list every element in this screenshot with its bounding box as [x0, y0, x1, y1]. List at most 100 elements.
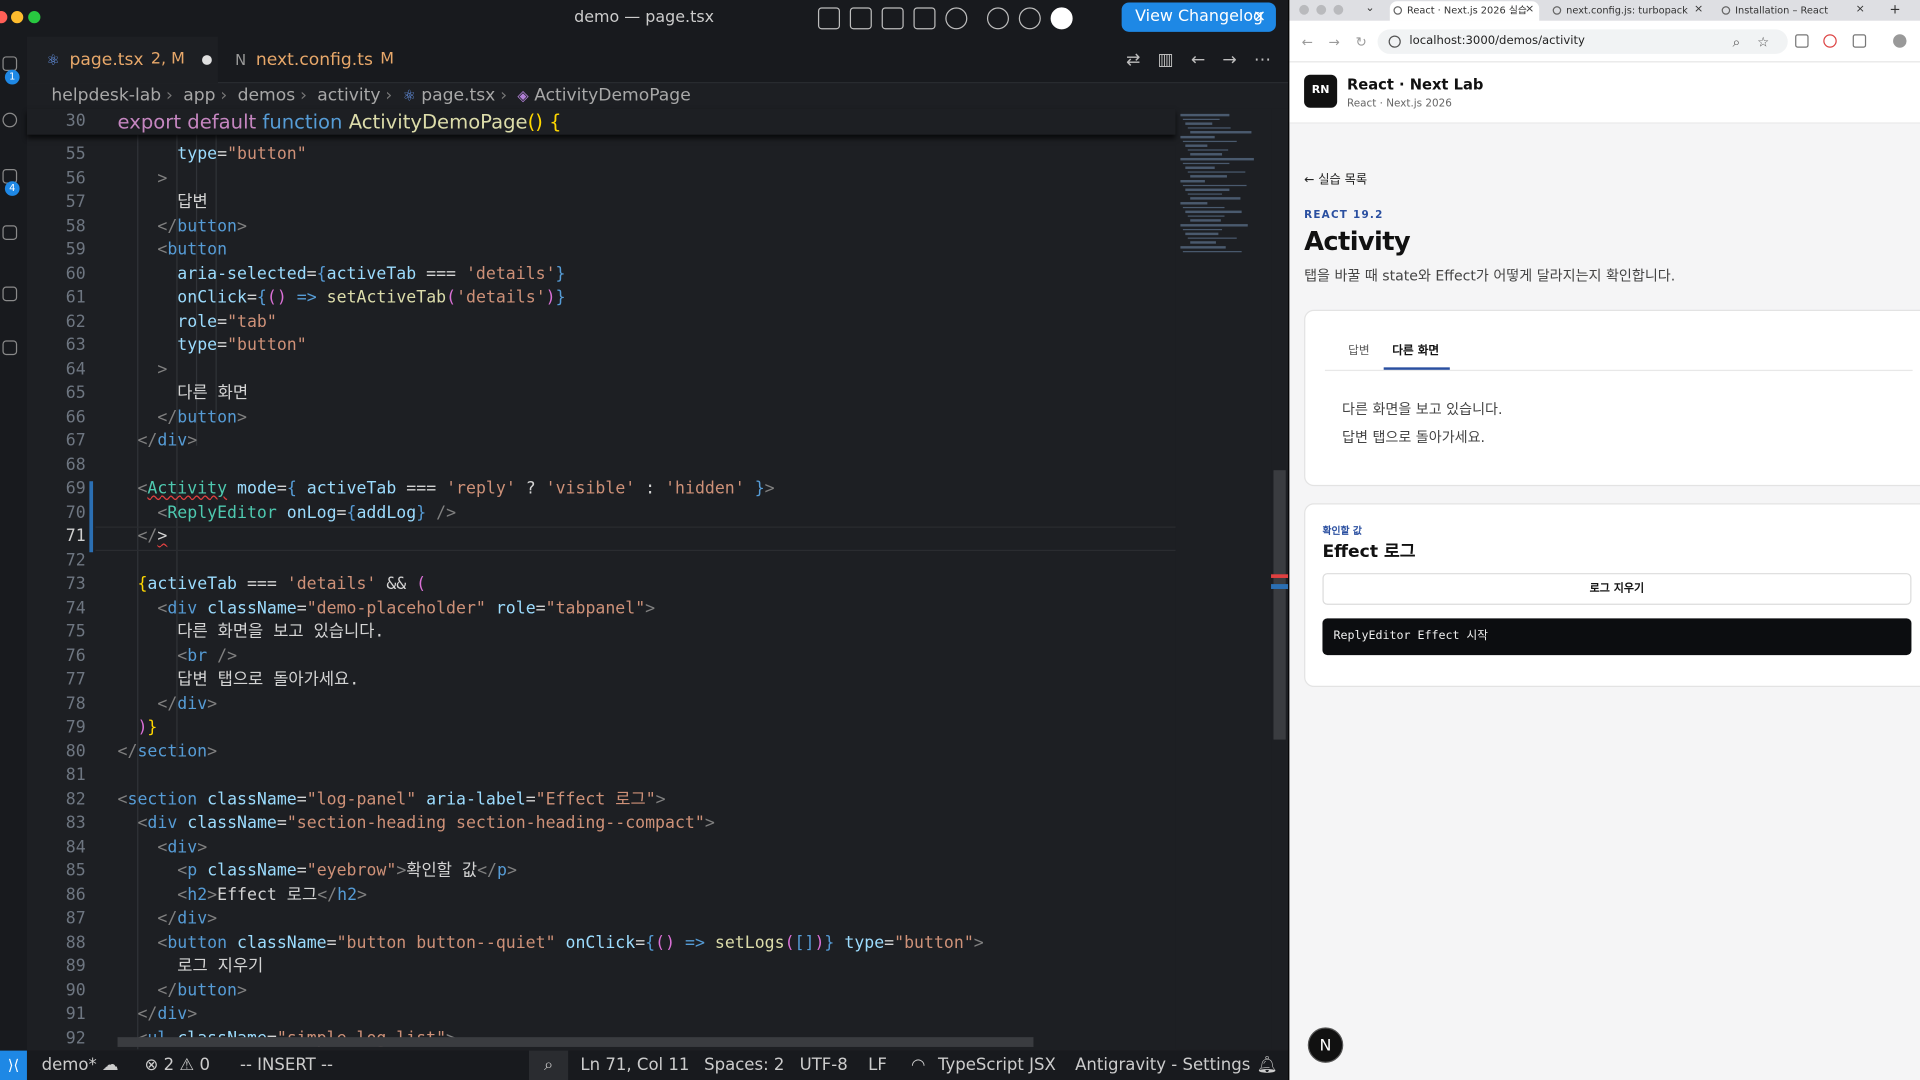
breadcrumb-item[interactable]: page.tsx	[421, 86, 495, 106]
more-actions-icon[interactable]: ⋯	[1254, 50, 1271, 70]
tab-next-config[interactable]: N next.config.ts M	[235, 37, 419, 84]
code-line[interactable]: type="button"	[118, 143, 306, 167]
explorer-icon[interactable]	[2, 56, 18, 72]
bell-icon[interactable]: 🔔︎	[1256, 1051, 1277, 1080]
code-line[interactable]: </>	[118, 525, 167, 549]
code-line[interactable]: </div>	[118, 692, 217, 716]
breadcrumb-item[interactable]: ActivityDemoPage	[534, 86, 691, 106]
cursor-position[interactable]: Ln 71, Col 11	[580, 1051, 689, 1080]
end-of-line[interactable]: LF	[868, 1051, 887, 1080]
code-line[interactable]: 답변	[118, 191, 207, 215]
remote-explorer-icon[interactable]	[2, 286, 18, 302]
account-icon[interactable]	[1050, 7, 1073, 30]
code-line[interactable]: <ReplyEditor onLog={addLog} />	[118, 501, 456, 525]
breadcrumb-item[interactable]: activity	[317, 86, 380, 106]
code-line[interactable]: <section className="log-panel" aria-labe…	[118, 788, 666, 812]
unsaved-dot-icon[interactable]	[202, 55, 212, 65]
url-field[interactable]: localhost:3000/demos/activity	[1377, 29, 1788, 54]
logo[interactable]: RN	[1304, 74, 1338, 108]
code-line[interactable]: <button	[118, 239, 227, 263]
code-line[interactable]: onClick={() => setActiveTab('details')}	[118, 287, 565, 311]
minimap[interactable]	[1175, 108, 1272, 1050]
compare-changes-icon[interactable]: ⇄	[1126, 50, 1140, 70]
site-info-icon[interactable]	[1388, 35, 1401, 48]
chrome-icon[interactable]	[986, 7, 1009, 30]
breadcrumb-item[interactable]: demos	[238, 86, 296, 106]
language-mode[interactable]: TypeScript JSX	[938, 1051, 1056, 1080]
branch-status[interactable]: demo* ☁	[42, 1051, 119, 1080]
view-changelog-button[interactable]: View Changelog ×	[1121, 2, 1276, 32]
browser-tab-next-config[interactable]: next.config.js: turbopack ×	[1549, 1, 1708, 21]
search-icon[interactable]	[2, 112, 18, 128]
code-line[interactable]: 로그 지우기	[118, 955, 263, 979]
indentation[interactable]: Spaces: 2	[704, 1051, 784, 1080]
brand-name[interactable]: React · Next Lab	[1347, 76, 1483, 93]
zoom-icon[interactable]: ⌕	[1733, 34, 1741, 51]
minimize-window-icon[interactable]	[1316, 4, 1327, 15]
tab-page-tsx[interactable]: ⚛ page.tsx 2, M	[26, 36, 218, 84]
code-line[interactable]: </div>	[118, 430, 197, 454]
code-line[interactable]: <div className="section-heading section-…	[118, 812, 714, 836]
close-tab-icon[interactable]: ×	[1525, 1, 1534, 19]
browser-tab-react-next[interactable]: React · Next.js 2026 실습 ×	[1389, 1, 1540, 21]
code-line[interactable]: aria-selected={activeTab === 'details'}	[118, 263, 565, 287]
tab-reply[interactable]: 답변	[1348, 340, 1369, 357]
code-line[interactable]: >	[118, 358, 167, 382]
reload-icon[interactable]: ↻	[1356, 34, 1367, 50]
encoding[interactable]: UTF-8	[800, 1051, 848, 1080]
tab-search-icon[interactable]: ⌄	[1365, 2, 1374, 14]
close-tab-icon[interactable]: ×	[1694, 1, 1703, 19]
search-icon[interactable]	[945, 7, 968, 30]
code-line[interactable]: <button className="button button--quiet"…	[118, 931, 983, 955]
code-line[interactable]: </button>	[118, 215, 247, 239]
code-line[interactable]: 다른 화면을 보고 있습니다.	[118, 621, 384, 645]
extension-status[interactable]: Antigravity - Settings	[1075, 1051, 1250, 1080]
code-line[interactable]: 답변 탭으로 돌아가세요.	[118, 669, 359, 693]
close-icon[interactable]: ×	[1253, 2, 1266, 31]
code-line[interactable]: </section>	[118, 740, 218, 764]
code-line[interactable]: )}	[118, 716, 157, 740]
code-line[interactable]: <Activity mode={ activeTab === 'reply' ?…	[118, 478, 774, 502]
code-line[interactable]: </div>	[118, 907, 217, 931]
code-line[interactable]: {activeTab === 'details' && (	[118, 573, 426, 597]
go-back-icon[interactable]: ←	[1191, 50, 1205, 70]
zoom-icon[interactable]: ⌕	[528, 1050, 569, 1080]
split-editor-icon[interactable]: ▥	[1158, 50, 1174, 70]
sticky-scroll-header[interactable]: 30 export default function ActivityDemoP…	[26, 108, 1176, 135]
code-line[interactable]: <h2>Effect 로그</h2>	[118, 883, 367, 907]
new-tab-icon[interactable]: +	[1889, 1, 1900, 17]
code-line[interactable]: <div className="demo-placeholder" role="…	[118, 597, 655, 621]
gear-icon[interactable]	[1018, 7, 1041, 30]
code-line[interactable]: role="tab"	[118, 310, 277, 334]
extensions-puzzle-icon[interactable]	[1852, 34, 1867, 48]
browser-tab-installation[interactable]: Installation – React ×	[1718, 1, 1870, 21]
go-forward-icon[interactable]: →	[1222, 50, 1236, 70]
back-icon[interactable]: ←	[1302, 34, 1313, 50]
remote-icon[interactable]: ⟩⟨	[0, 1050, 27, 1080]
close-window-icon[interactable]	[1299, 4, 1309, 15]
code-area[interactable]: 55 56 57 58 59 60 61 62 63 64 65 66 67 68 69 70 71 72 73 74…	[27, 109, 1176, 1050]
layout-icon[interactable]	[817, 7, 841, 30]
back-to-list-link[interactable]: ← 실습 목록	[1304, 169, 1367, 187]
forward-icon[interactable]: →	[1329, 34, 1340, 50]
close-tab-icon[interactable]: ×	[1856, 1, 1865, 19]
breadcrumb-item[interactable]: helpdesk-lab	[51, 86, 161, 106]
tab-details[interactable]: 다른 화면	[1392, 340, 1439, 357]
problems-status[interactable]: ⊗ 2 ⚠ 0	[144, 1051, 210, 1080]
toggle-panel-icon[interactable]	[881, 7, 904, 30]
code-line[interactable]: <br />	[118, 645, 237, 669]
profile-icon[interactable]	[1893, 34, 1907, 48]
run-debug-icon[interactable]	[2, 225, 18, 241]
code-line[interactable]: </button>	[118, 406, 247, 430]
reading-list-icon[interactable]	[1795, 34, 1809, 48]
code-line[interactable]: type="button"	[118, 334, 306, 358]
code-line[interactable]: <div>	[118, 836, 207, 860]
vertical-scrollbar[interactable]	[1271, 108, 1289, 1050]
clear-log-button[interactable]: 로그 지우기	[1322, 573, 1912, 605]
bookmark-star-icon[interactable]: ☆	[1757, 34, 1769, 50]
code-line[interactable]: </button>	[118, 979, 247, 1003]
extension-icon[interactable]	[1823, 34, 1837, 48]
horizontal-scrollbar[interactable]	[117, 1037, 1034, 1047]
breadcrumb-item[interactable]: app	[183, 86, 215, 106]
scrollbar-thumb[interactable]	[1273, 470, 1286, 740]
